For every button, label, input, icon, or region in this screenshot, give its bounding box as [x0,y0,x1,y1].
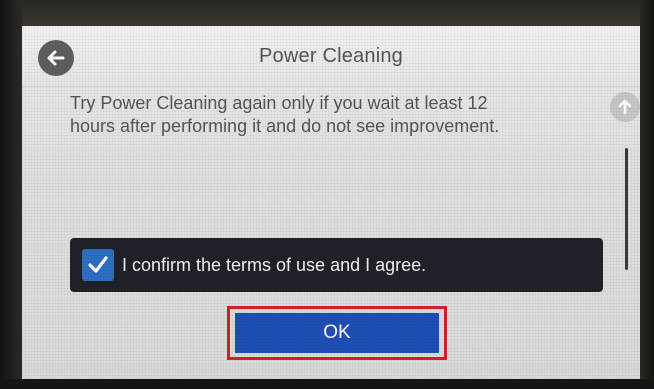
device-bezel-top [0,0,654,26]
confirm-terms-row[interactable]: I confirm the terms of use and I agree. [70,238,603,292]
ok-button-highlight: OK [227,306,447,360]
scroll-up-button[interactable] [610,92,640,122]
scrollbar[interactable] [625,148,628,270]
ok-button[interactable]: OK [235,313,439,353]
message-line-2: hours after performing it and do not see… [70,116,500,136]
page-title: Power Cleaning [259,45,403,67]
message-line-1: Try Power Cleaning again only if you wai… [70,93,488,113]
arrow-left-icon [47,50,65,66]
back-button[interactable] [38,40,74,76]
header-bar: Power Cleaning [22,26,640,87]
checkmark-icon [88,256,108,273]
device-bezel-right [640,0,654,389]
device-bezel-left [0,0,22,389]
confirm-checkbox[interactable] [82,249,114,281]
arrow-up-icon [618,99,632,115]
device-bezel-bottom [0,379,654,389]
confirm-label: I confirm the terms of use and I agree. [122,254,427,275]
printer-screen: Power Cleaning Try Power Cleaning again … [22,26,640,379]
message-text: Try Power Cleaning again only if you wai… [70,92,590,138]
